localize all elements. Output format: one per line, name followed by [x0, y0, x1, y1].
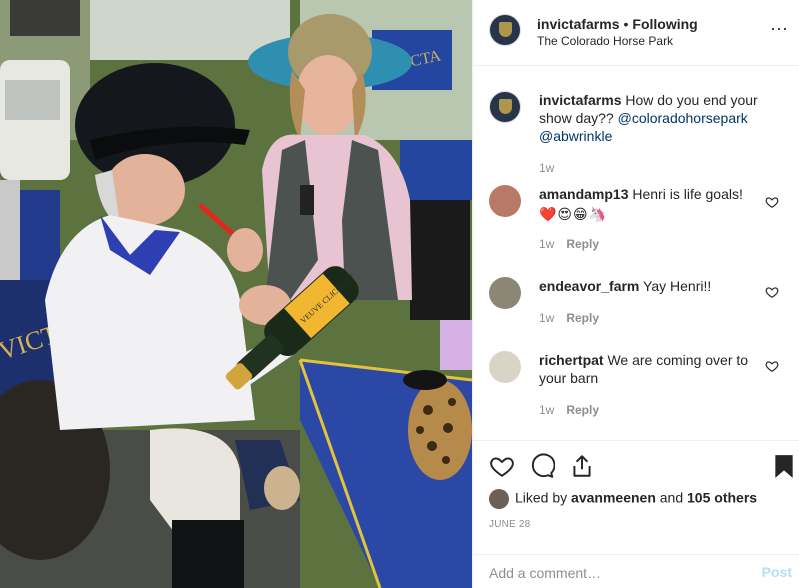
- commenter-avatar[interactable]: [489, 185, 521, 217]
- liked-joiner: and: [659, 489, 684, 506]
- post-date[interactable]: JUNE 28: [489, 519, 530, 530]
- mention-link[interactable]: @coloradohorsepark: [618, 110, 748, 126]
- small-heart-icon[interactable]: [765, 195, 779, 209]
- comment-text: endeavor_farm Yay Henri!!: [539, 277, 759, 295]
- likes-summary: Liked by avanmeenen and 105 others: [489, 489, 757, 511]
- comment-timestamp[interactable]: 1w: [539, 311, 554, 325]
- comment-composer: Post: [473, 554, 799, 588]
- post-header: invictafarms • Following The Colorado Hors…: [473, 0, 799, 66]
- comment-meta: 1w Reply: [539, 311, 599, 325]
- comment-body: Yay Henri!!: [643, 278, 712, 294]
- reply-button[interactable]: Reply: [566, 403, 599, 417]
- comment-meta: 1w Reply: [539, 403, 599, 417]
- heart-icon[interactable]: [489, 453, 515, 479]
- liked-prefix: Liked by: [515, 489, 568, 506]
- caption-timestamp[interactable]: 1w: [539, 161, 554, 175]
- comments-list[interactable]: invictafarms How do you end your show da…: [473, 67, 799, 439]
- header-title-line: invictafarms • Following: [537, 16, 698, 32]
- commenter-avatar[interactable]: [489, 277, 521, 309]
- comment-timestamp[interactable]: 1w: [539, 237, 554, 251]
- comment-username[interactable]: endeavor_farm: [539, 278, 639, 294]
- comment-username[interactable]: richertpat: [539, 352, 604, 368]
- caption-text: invictafarms How do you end your show da…: [539, 91, 759, 145]
- comment-timestamp[interactable]: 1w: [539, 403, 554, 417]
- comment-bubble-icon[interactable]: [529, 453, 555, 479]
- comment-emojis: ❤️😍😁🦄: [539, 206, 608, 222]
- photo-scene: VICTA VICT VEUVE CLICQUOT: [0, 0, 472, 588]
- header-separator: •: [623, 16, 629, 32]
- author-avatar[interactable]: [489, 14, 521, 46]
- comment-username[interactable]: amandamp13: [539, 186, 628, 202]
- caption-age: 1w: [539, 161, 554, 175]
- author-username[interactable]: invictafarms: [537, 16, 619, 32]
- small-heart-icon[interactable]: [765, 285, 779, 299]
- comment-text: amandamp13 Henri is life goals! ❤️😍😁🦄: [539, 185, 759, 223]
- follow-status-button[interactable]: Following: [632, 16, 697, 32]
- comment-input[interactable]: [489, 562, 739, 584]
- post-photo[interactable]: VICTA VICT VEUVE CLICQUOT: [0, 0, 472, 588]
- likes-count-link[interactable]: 105 others: [687, 490, 757, 506]
- more-options-icon[interactable]: ···: [769, 19, 789, 40]
- reply-button[interactable]: Reply: [566, 237, 599, 251]
- post-sidebar: invictafarms • Following The Colorado Hors…: [472, 0, 799, 588]
- small-heart-icon[interactable]: [765, 359, 779, 373]
- caption-username[interactable]: invictafarms: [539, 92, 621, 108]
- comment-meta: 1w Reply: [539, 237, 599, 251]
- post-comment-button[interactable]: Post: [762, 564, 792, 580]
- bookmark-icon[interactable]: [771, 453, 797, 479]
- comment-text: richertpat We are coming over to your ba…: [539, 351, 759, 387]
- liker-username[interactable]: avanmeenen: [571, 490, 656, 506]
- post-actions: Liked by avanmeenen and 105 others JUNE …: [473, 440, 799, 588]
- caption-avatar[interactable]: [489, 91, 521, 123]
- commenter-avatar[interactable]: [489, 351, 521, 383]
- share-icon[interactable]: [569, 453, 595, 479]
- reply-button[interactable]: Reply: [566, 311, 599, 325]
- liker-avatar[interactable]: [489, 489, 509, 509]
- mention-link[interactable]: @abwrinkle: [539, 128, 612, 144]
- comment-body: Henri is life goals!: [632, 186, 743, 202]
- location-link[interactable]: The Colorado Horse Park: [537, 34, 673, 48]
